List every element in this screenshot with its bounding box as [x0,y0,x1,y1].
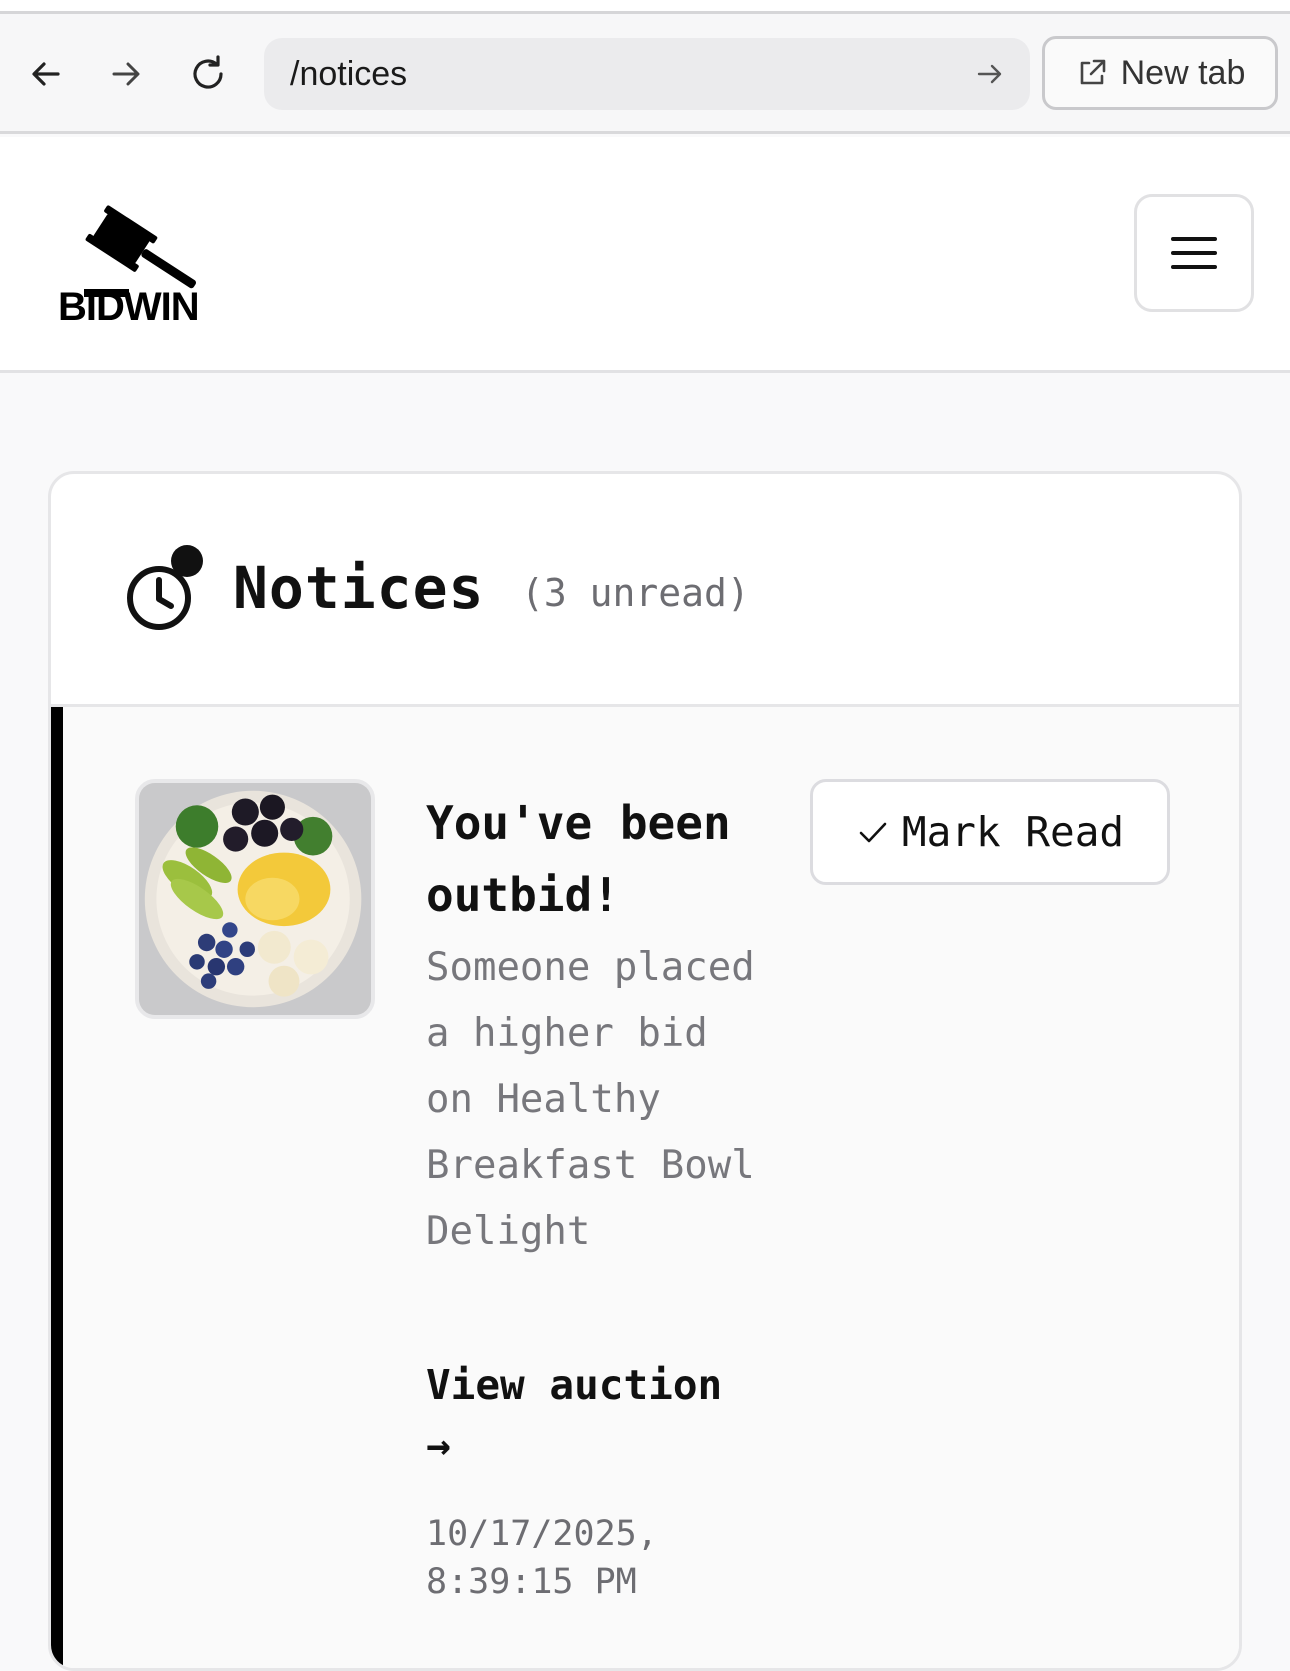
page-title: Notices [233,554,485,622]
address-bar[interactable]: /notices [264,38,1030,110]
notice-title: You've been outbid! [426,796,731,922]
arrow-right-icon: → [426,1421,451,1469]
reload-button[interactable] [180,46,236,102]
go-arrow-icon[interactable] [972,56,1008,92]
clock-notification-icon [127,545,203,630]
external-link-icon [1080,59,1105,85]
new-tab-button[interactable]: New tab [1042,36,1278,110]
view-auction-link[interactable]: View auction → [426,1355,746,1475]
browser-top-edge [0,0,1290,14]
forward-button[interactable] [98,46,154,102]
notice-item: You've been outbid! Someone placed a hig… [51,707,1239,1668]
reload-icon [193,55,223,89]
back-button[interactable] [18,46,74,102]
back-arrow-icon [32,62,60,86]
forward-arrow-icon [112,62,140,86]
view-auction-label: View auction [426,1361,723,1409]
site-header: BIDWIN [0,137,1290,373]
unread-count: (3 unread) [521,571,750,615]
checkmark-icon [859,822,887,843]
notices-card: Notices (3 unread) You've been outbid! S… [48,471,1242,1671]
browser-toolbar: /notices New tab [0,14,1290,134]
auction-thumbnail[interactable] [135,779,375,1019]
notices-header: Notices (3 unread) [51,474,1239,707]
new-tab-label: New tab [1120,53,1246,92]
notice-timestamp: 10/17/2025, 8:39:15 PM [426,1514,658,1602]
address-url: /notices [290,54,408,93]
hamburger-menu-icon [1171,237,1217,269]
logo-text: BIDWIN [58,285,200,329]
mark-read-label: Mark Read [901,808,1125,856]
breakfast-bowl-image [139,783,371,1015]
menu-button[interactable] [1134,194,1254,312]
notice-message: Someone placed a higher bid on Healthy B… [426,945,755,1254]
mark-read-button[interactable]: Mark Read [810,779,1170,885]
